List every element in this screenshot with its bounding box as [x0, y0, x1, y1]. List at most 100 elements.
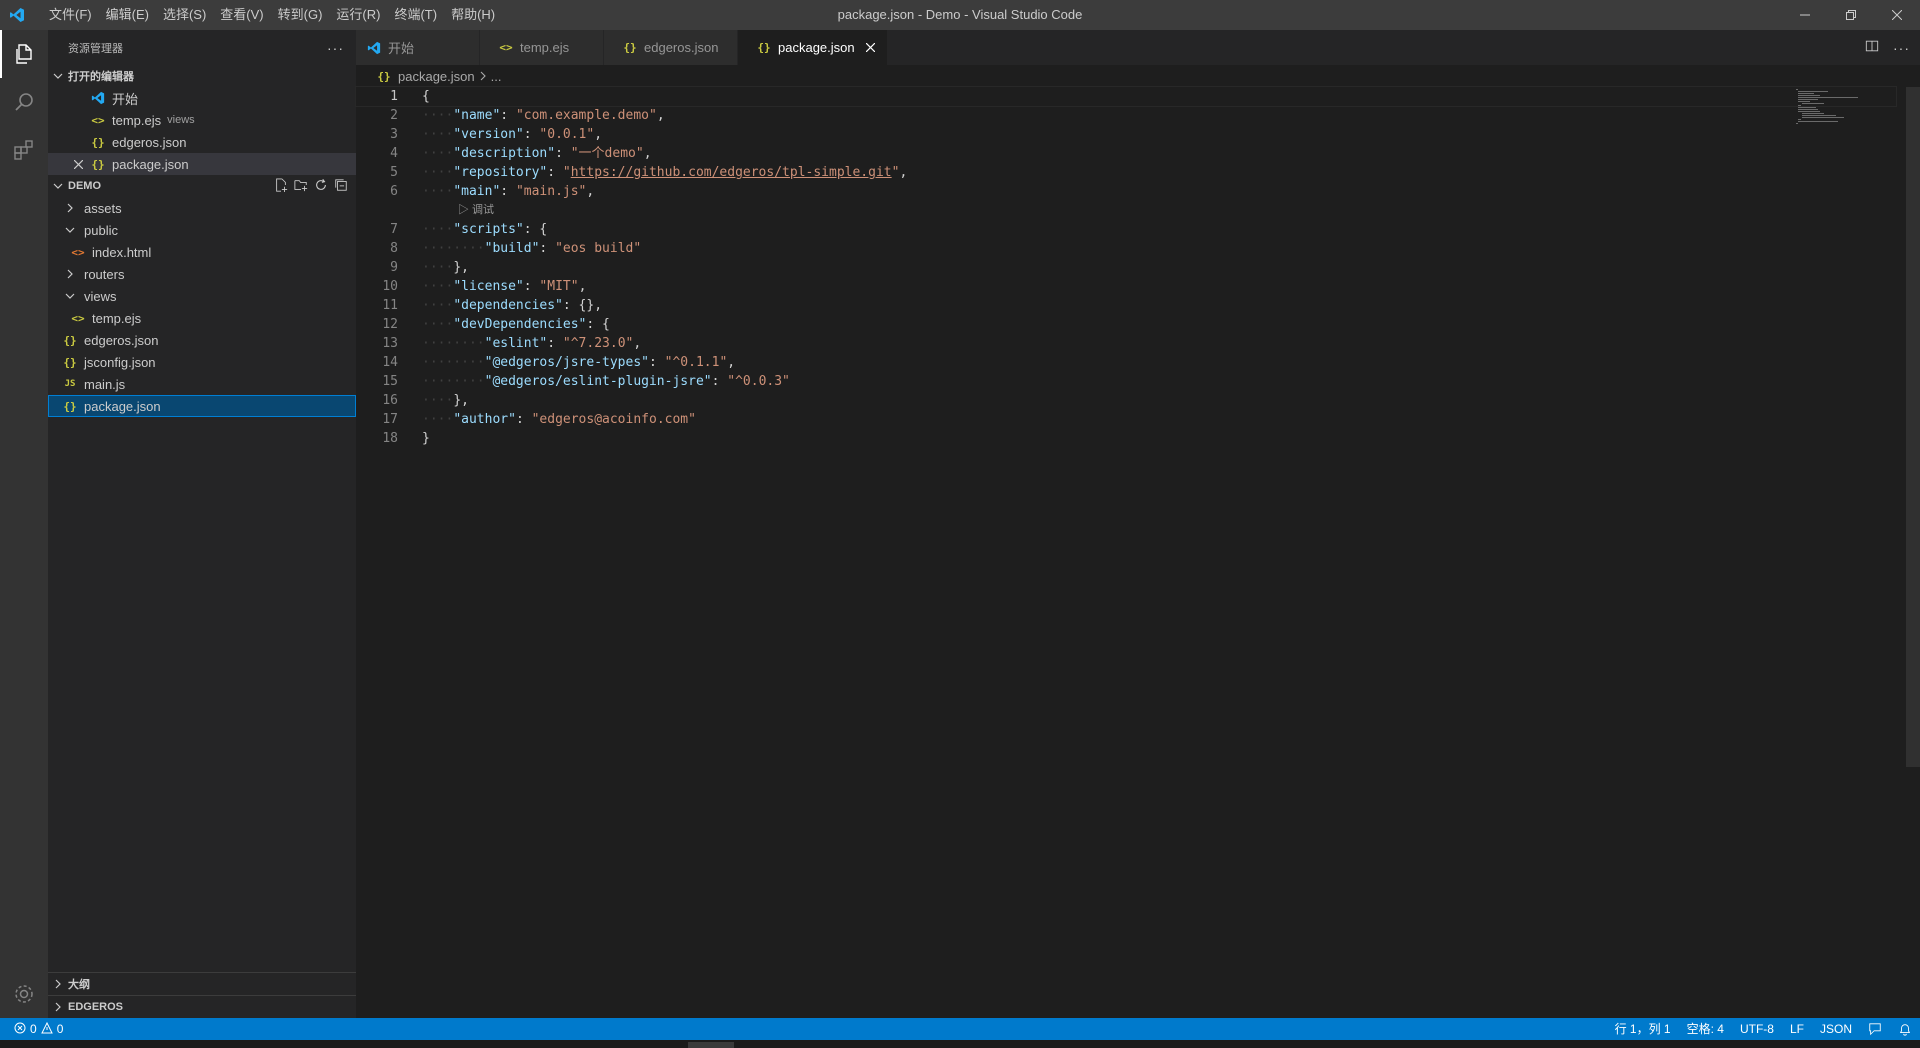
menu-go[interactable]: 转到(G)	[271, 0, 330, 30]
search-icon[interactable]	[0, 78, 48, 126]
open-editor-label: package.json	[112, 156, 189, 172]
tab-temp-ejs[interactable]: <> temp.ejs	[480, 30, 604, 65]
debug-codelens[interactable]: ▷ 调试	[356, 201, 1896, 220]
cursor-position[interactable]: 行 1，列 1	[1607, 1018, 1679, 1040]
folder-item-assets[interactable]: assets	[48, 197, 356, 219]
code-line[interactable]: 3 ···· "version": "0.0.1",	[356, 125, 1896, 144]
workspace-header[interactable]: DEMO	[48, 175, 356, 197]
file-item-jsconfig-json[interactable]: {} jsconfig.json	[48, 351, 356, 373]
line-number: 13	[382, 336, 398, 351]
outline-header[interactable]: 大纲	[48, 972, 356, 995]
end-of-line[interactable]: LF	[1782, 1018, 1812, 1040]
settings-gear-icon[interactable]	[0, 970, 48, 1018]
json-file-icon: {}	[623, 41, 637, 54]
folder-item-public[interactable]: public	[48, 219, 356, 241]
extensions-icon[interactable]	[0, 126, 48, 174]
menu-view[interactable]: 查看(V)	[213, 0, 270, 30]
vertical-scrollbar[interactable]	[1906, 87, 1920, 767]
folder-item-views[interactable]: views	[48, 285, 356, 307]
menu-edit[interactable]: 编辑(E)	[99, 0, 156, 30]
json-file-icon: {}	[63, 355, 77, 369]
code-editor[interactable]: 1{2 ···· "name": "com.example.demo", 3 ···· "…	[355, 86, 1897, 448]
indentation[interactable]: 空格: 4	[1679, 1018, 1732, 1040]
tab-label: 开始	[388, 41, 415, 56]
code-line[interactable]: 4 ···· "description": "一个demo",	[356, 144, 1896, 163]
collapse-all-icon[interactable]	[334, 178, 348, 195]
code-line[interactable]: 16 ····},	[356, 391, 1896, 410]
open-editor-item[interactable]: {} package.json	[48, 153, 356, 175]
code-line[interactable]: 5 ···· "repository": " https://github.com/e…	[356, 163, 1896, 182]
code-line[interactable]: 13 ········ "eslint": "^7.23.0",	[356, 334, 1896, 353]
file-item-package-json[interactable]: {} package.json	[48, 395, 356, 417]
code-line[interactable]: 1{	[355, 86, 1897, 107]
breadcrumb-file[interactable]: package.json	[398, 69, 475, 84]
tab-package-json[interactable]: {} package.json	[738, 30, 888, 65]
code-line[interactable]: 6 ···· "main": "main.js",	[356, 182, 1896, 201]
feedback-icon[interactable]	[1860, 1018, 1890, 1040]
code-line[interactable]: 2 ···· "name": "com.example.demo",	[356, 106, 1896, 125]
notifications-bell-icon[interactable]	[1890, 1018, 1920, 1040]
folder-item-routers[interactable]: routers	[48, 263, 356, 285]
breadcrumb-more[interactable]: ...	[491, 69, 502, 84]
code-line[interactable]: 8 ········ "build": "eos build"	[356, 239, 1896, 258]
restore-icon[interactable]	[1828, 0, 1874, 30]
open-editor-item[interactable]: 开始	[48, 87, 356, 109]
whitespace-marker: ········	[422, 355, 485, 370]
code-line[interactable]: 10 ···· "license": "MIT",	[356, 277, 1896, 296]
json-file-icon: {}	[91, 157, 105, 171]
json-punctuation: },	[453, 393, 469, 408]
explorer-icon[interactable]	[0, 30, 48, 78]
code-line[interactable]: 18}	[356, 429, 1896, 448]
split-editor-icon[interactable]	[1865, 39, 1879, 56]
code-line[interactable]: 9 ····},	[356, 258, 1896, 277]
menu-file[interactable]: 文件(F)	[42, 0, 99, 30]
open-editor-item[interactable]: {} edgeros.json	[48, 131, 356, 153]
new-file-icon[interactable]	[274, 177, 288, 195]
refresh-icon[interactable]	[314, 178, 328, 195]
code-line[interactable]: 12 ···· "devDependencies": {	[356, 315, 1896, 334]
json-punctuation: ,	[727, 355, 736, 370]
menu-selection[interactable]: 选择(S)	[156, 0, 213, 30]
menu-help[interactable]: 帮助(H)	[444, 0, 502, 30]
json-punctuation: :	[539, 241, 556, 256]
file-item-temp-ejs[interactable]: <> temp.ejs	[48, 307, 356, 329]
edgeros-header[interactable]: EDGEROS	[48, 995, 356, 1018]
language-mode[interactable]: JSON	[1812, 1018, 1860, 1040]
code-line[interactable]: 17 ···· "author": "edgeros@acoinfo.com"	[356, 410, 1896, 429]
new-folder-icon[interactable]	[294, 178, 308, 195]
open-editor-label: 开始	[112, 91, 139, 107]
more-actions-icon[interactable]: ···	[1893, 40, 1910, 56]
json-string: "com.example.demo"	[515, 108, 657, 123]
open-editor-item[interactable]: <> temp.ejs views	[48, 109, 356, 131]
file-item-index-html[interactable]: <> index.html	[48, 241, 356, 263]
chevron-right-icon	[62, 203, 78, 213]
problems-indicator[interactable]: 0 0	[0, 1021, 63, 1037]
minimize-icon[interactable]	[1782, 0, 1828, 30]
html-file-icon: <>	[71, 245, 85, 259]
json-key: "repository"	[453, 165, 548, 180]
code-line[interactable]: 11 ···· "dependencies": {},	[356, 296, 1896, 315]
close-window-icon[interactable]	[1874, 0, 1920, 30]
code-line[interactable]: 7 ···· "scripts": {	[356, 220, 1896, 239]
tab-welcome[interactable]: 开始	[356, 30, 480, 65]
chevron-right-icon	[48, 979, 68, 989]
file-item-main-js[interactable]: JS main.js	[48, 373, 356, 395]
whitespace-marker: ········	[422, 241, 485, 256]
json-string: "^0.1.1"	[664, 355, 728, 370]
file-item-edgeros-json[interactable]: {} edgeros.json	[48, 329, 356, 351]
close-editor-icon[interactable]	[70, 159, 86, 169]
open-editors-header[interactable]: 打开的编辑器	[48, 65, 356, 87]
encoding[interactable]: UTF-8	[1732, 1018, 1782, 1040]
close-tab-icon[interactable]	[863, 43, 879, 52]
json-string[interactable]: https://github.com/edgeros/tpl-simple.gi…	[571, 163, 892, 182]
tab-edgeros-json[interactable]: {} edgeros.json	[604, 30, 738, 65]
json-key: "@edgeros/jsre-types"	[484, 355, 649, 370]
menu-terminal[interactable]: 终端(T)	[387, 0, 444, 30]
line-number: 18	[382, 431, 398, 446]
menu-run[interactable]: 运行(R)	[329, 0, 387, 30]
chevron-down-icon	[62, 225, 78, 235]
more-actions-icon[interactable]: ···	[327, 40, 344, 56]
code-line[interactable]: 15 ········ "@edgeros/eslint-plugin-jsre":…	[356, 372, 1896, 391]
minimap[interactable]	[1796, 87, 1886, 147]
code-line[interactable]: 14 ········ "@edgeros/jsre-types": "^0.1.1…	[356, 353, 1896, 372]
